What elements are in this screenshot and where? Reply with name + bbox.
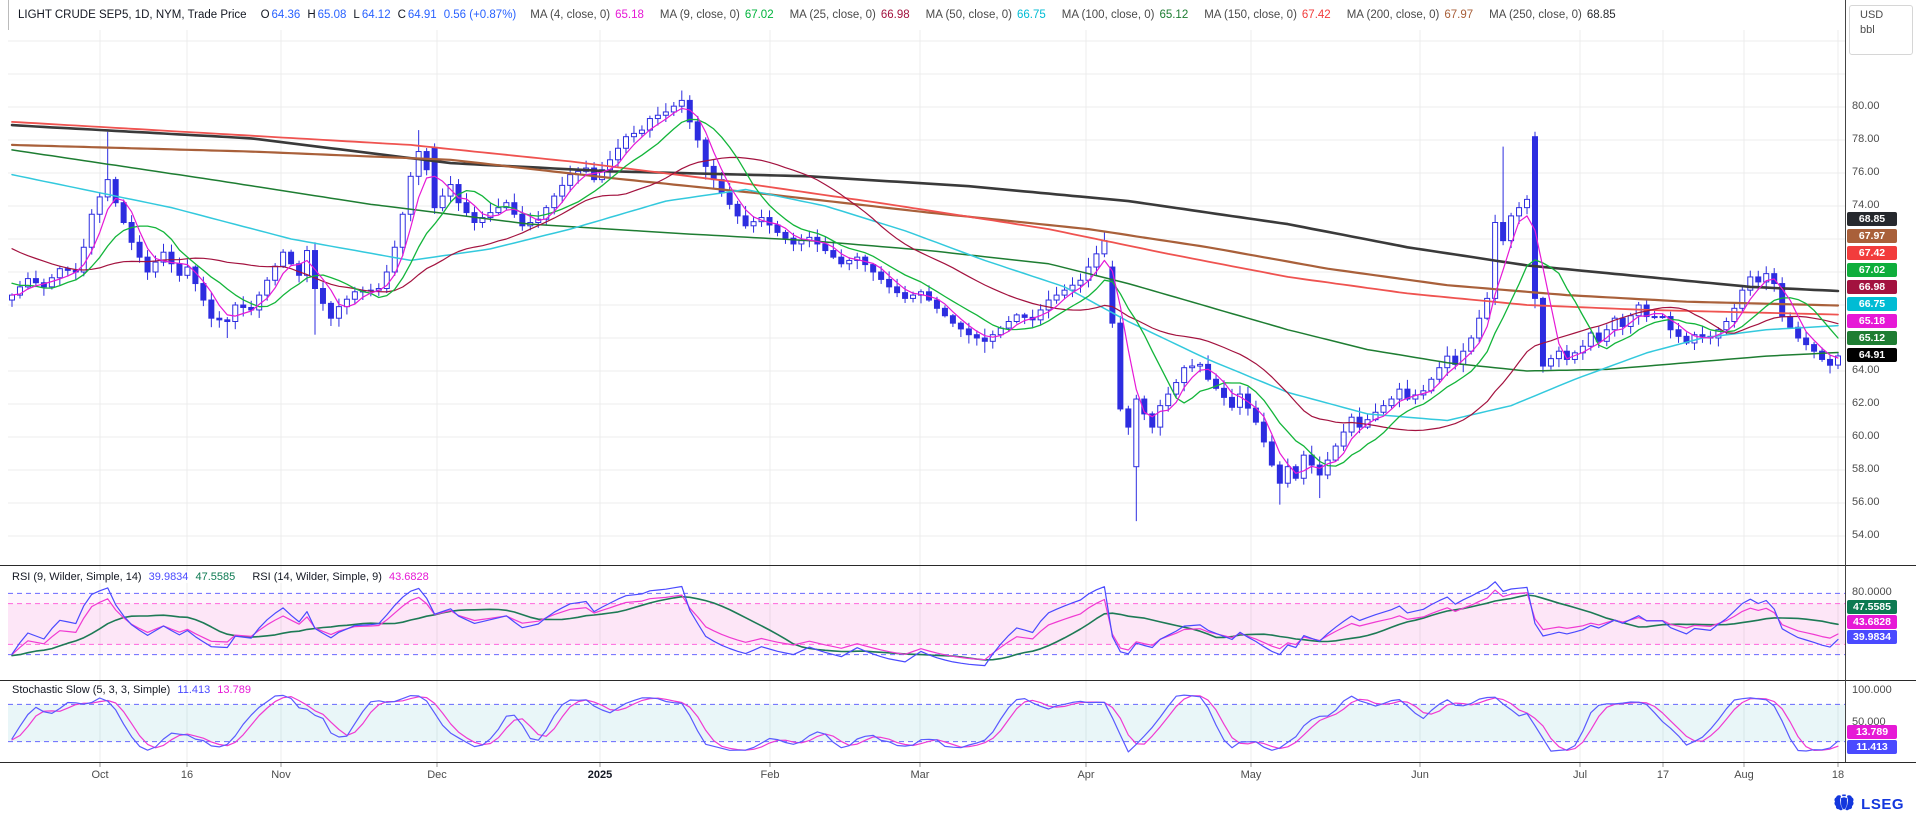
lseg-logo-text: LSEG bbox=[1861, 796, 1904, 813]
ma-study-label: MA (9, close, 0) bbox=[660, 9, 740, 21]
rsi9-value: 39.9834 bbox=[147, 571, 191, 583]
stochastic-legend[interactable]: Stochastic Slow (5, 3, 3, Simple) 11.413… bbox=[10, 684, 253, 696]
price-tick: 58.00 bbox=[1852, 463, 1880, 475]
ohlc-l-value: 64.12 bbox=[362, 9, 391, 21]
ma-study-label: MA (100, close, 0) bbox=[1062, 9, 1155, 21]
time-label: 18 bbox=[1832, 769, 1844, 781]
price-badge: 67.02 bbox=[1847, 263, 1897, 277]
time-label: Aug bbox=[1734, 769, 1754, 781]
ma-study-label: MA (4, close, 0) bbox=[530, 9, 610, 21]
rsi9-avg-value: 47.5585 bbox=[193, 571, 237, 583]
price-tick: 64.00 bbox=[1852, 364, 1880, 376]
stoch-k-value: 11.413 bbox=[175, 684, 212, 696]
ma-study-legend-item[interactable]: MA (50, close, 0) 66.75 bbox=[926, 9, 1046, 21]
price-badge: 66.75 bbox=[1847, 297, 1897, 311]
time-label: Oct bbox=[91, 769, 108, 781]
rsi14-study-label: RSI (14, Wilder, Simple, 9) bbox=[250, 571, 384, 583]
stoch-axis-tick: 100.000 bbox=[1852, 684, 1892, 696]
price-axis-scale[interactable] bbox=[1845, 0, 1916, 762]
ohlc-c-value: 64.91 bbox=[408, 9, 437, 21]
time-label: Apr bbox=[1077, 769, 1094, 781]
stochastic-pane[interactable] bbox=[8, 681, 1845, 761]
stoch-badge: 13.789 bbox=[1847, 725, 1897, 739]
ma-study-value: 67.02 bbox=[745, 9, 774, 21]
time-label: Nov bbox=[271, 769, 291, 781]
time-label: 2025 bbox=[588, 769, 612, 781]
ma-study-label: MA (25, close, 0) bbox=[790, 9, 876, 21]
ma-study-value: 67.42 bbox=[1302, 9, 1331, 21]
ohlc-l-label: L bbox=[353, 9, 359, 21]
unit-currency-label: USD bbox=[1850, 6, 1912, 21]
lseg-logo: LSEG bbox=[1832, 794, 1904, 814]
instrument-title[interactable]: LIGHT CRUDE SEP5, 1D, NYM, Trade Price bbox=[18, 9, 247, 21]
ma-study-value: 67.97 bbox=[1444, 9, 1473, 21]
ma-study-value: 66.75 bbox=[1017, 9, 1046, 21]
time-label: Dec bbox=[427, 769, 447, 781]
ma-study-legend-item[interactable]: MA (200, close, 0) 67.97 bbox=[1347, 9, 1473, 21]
ma-study-value: 68.85 bbox=[1587, 9, 1616, 21]
time-label: 17 bbox=[1657, 769, 1669, 781]
price-badge: 65.18 bbox=[1847, 314, 1897, 328]
rsi14-value: 43.6828 bbox=[387, 571, 431, 583]
price-badge: 67.42 bbox=[1847, 246, 1897, 260]
price-badge: 66.98 bbox=[1847, 280, 1897, 294]
price-badge: 68.85 bbox=[1847, 212, 1897, 226]
price-tick: 60.00 bbox=[1852, 430, 1880, 442]
price-badge: 67.97 bbox=[1847, 229, 1897, 243]
ma-study-legend-item[interactable]: MA (25, close, 0) 66.98 bbox=[790, 9, 910, 21]
rsi-study-label: RSI (9, Wilder, Simple, 14) bbox=[10, 571, 144, 583]
price-tick: 78.00 bbox=[1852, 133, 1880, 145]
ohlc-o-label: O bbox=[261, 9, 270, 21]
price-tick: 76.00 bbox=[1852, 166, 1880, 178]
rsi-badge: 43.6828 bbox=[1847, 615, 1897, 629]
time-label: Mar bbox=[911, 769, 930, 781]
time-label: Feb bbox=[761, 769, 780, 781]
time-label: Jul bbox=[1573, 769, 1587, 781]
ma-study-legend-item[interactable]: MA (100, close, 0) 65.12 bbox=[1062, 9, 1188, 21]
price-tick: 62.00 bbox=[1852, 397, 1880, 409]
stoch-badge: 11.413 bbox=[1847, 740, 1897, 754]
ohlc-values: O64.36 H65.08 L64.12 C64.91 0.56 (+0.87%) bbox=[261, 9, 517, 21]
rsi-badge: 47.5585 bbox=[1847, 600, 1897, 614]
main-chart-pane[interactable] bbox=[8, 30, 1845, 563]
change-value: 0.56 (+0.87%) bbox=[444, 9, 517, 21]
price-tick: 56.00 bbox=[1852, 496, 1880, 508]
price-tick: 54.00 bbox=[1852, 529, 1880, 541]
chart-application: LIGHT CRUDE SEP5, 1D, NYM, Trade Price O… bbox=[0, 0, 1916, 818]
price-tick: 74.00 bbox=[1852, 199, 1880, 211]
ma-study-value: 66.98 bbox=[881, 9, 910, 21]
stoch-d-value: 13.789 bbox=[215, 684, 253, 696]
chart-header: LIGHT CRUDE SEP5, 1D, NYM, Trade Price O… bbox=[0, 0, 1863, 30]
ohlc-h-label: H bbox=[307, 9, 315, 21]
ma-study-legend-item[interactable]: MA (4, close, 0) 65.18 bbox=[530, 9, 644, 21]
time-label: 16 bbox=[181, 769, 193, 781]
ma-study-label: MA (250, close, 0) bbox=[1489, 9, 1582, 21]
time-label: May bbox=[1241, 769, 1262, 781]
lseg-crest-icon bbox=[1832, 794, 1856, 814]
ma-studies-legend: MA (4, close, 0) 65.18 MA (9, close, 0) 67.… bbox=[530, 9, 1615, 21]
rsi-axis-tick: 80.0000 bbox=[1852, 586, 1892, 598]
ma-study-label: MA (200, close, 0) bbox=[1347, 9, 1440, 21]
ma-study-label: MA (50, close, 0) bbox=[926, 9, 1012, 21]
ma-study-legend-item[interactable]: MA (250, close, 0) 68.85 bbox=[1489, 9, 1615, 21]
axis-unit-selector[interactable]: USD bbl bbox=[1849, 5, 1913, 55]
ma-study-legend-item[interactable]: MA (150, close, 0) 67.42 bbox=[1204, 9, 1330, 21]
ohlc-c-label: C bbox=[398, 9, 406, 21]
ma-study-value: 65.18 bbox=[615, 9, 644, 21]
time-label: Jun bbox=[1411, 769, 1429, 781]
ohlc-o-value: 64.36 bbox=[272, 9, 301, 21]
ma-study-label: MA (150, close, 0) bbox=[1204, 9, 1297, 21]
price-badge: 64.91 bbox=[1847, 348, 1897, 362]
ma-study-legend-item[interactable]: MA (9, close, 0) 67.02 bbox=[660, 9, 774, 21]
ohlc-h-value: 65.08 bbox=[318, 9, 347, 21]
price-badge: 65.12 bbox=[1847, 331, 1897, 345]
price-tick: 80.00 bbox=[1852, 100, 1880, 112]
unit-measure-label: bbl bbox=[1850, 21, 1912, 36]
ma-study-value: 65.12 bbox=[1159, 9, 1188, 21]
rsi-badge: 39.9834 bbox=[1847, 630, 1897, 644]
stoch-study-label: Stochastic Slow (5, 3, 3, Simple) bbox=[10, 684, 172, 696]
rsi-legend[interactable]: RSI (9, Wilder, Simple, 14) 39.9834 47.5… bbox=[10, 571, 431, 583]
